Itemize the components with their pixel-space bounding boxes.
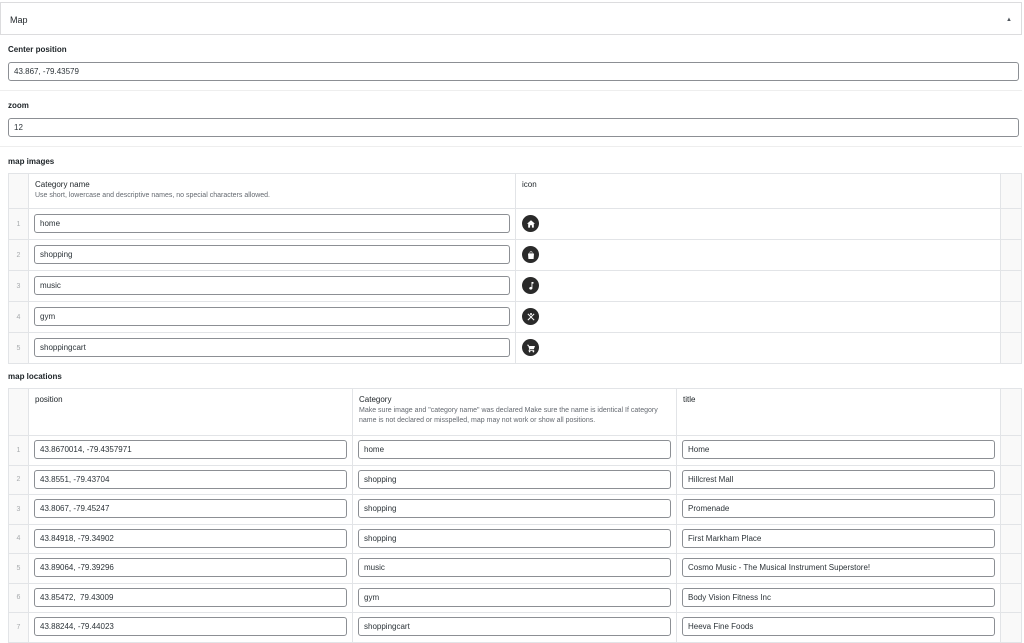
position-input[interactable] bbox=[34, 558, 347, 577]
row-remove[interactable] bbox=[1000, 239, 1022, 271]
table-row: 2 bbox=[8, 464, 1022, 495]
row-handle[interactable]: 5 bbox=[8, 553, 29, 584]
title-input[interactable] bbox=[682, 587, 995, 607]
table-row: 1 bbox=[8, 435, 1022, 466]
category-name-input[interactable] bbox=[34, 214, 510, 233]
icon-header: icon bbox=[515, 173, 1001, 209]
category-name-input[interactable] bbox=[34, 245, 510, 264]
collapse-arrow-icon[interactable]: ▲ bbox=[1005, 16, 1013, 24]
row-handle[interactable]: 1 bbox=[8, 208, 29, 240]
category-instructions: Make sure image and "category name" was … bbox=[359, 407, 658, 424]
row-remove[interactable] bbox=[1000, 612, 1022, 643]
row-remove[interactable] bbox=[1000, 553, 1022, 584]
table-row: 5 bbox=[8, 553, 1022, 584]
shopping-bag-icon[interactable] bbox=[522, 246, 539, 263]
category-name-input[interactable] bbox=[34, 338, 510, 357]
category-name-input[interactable] bbox=[34, 307, 510, 326]
row-handle[interactable]: 6 bbox=[8, 582, 29, 613]
table-row: 4 bbox=[8, 301, 1022, 333]
row-handle[interactable]: 1 bbox=[8, 435, 29, 466]
position-header-label: position bbox=[35, 395, 63, 404]
category-header-label: Category bbox=[359, 395, 392, 404]
zoom-label: zoom bbox=[8, 101, 29, 110]
row-remove[interactable] bbox=[1000, 494, 1022, 525]
category-name-header: Category name Use short, lowercase and d… bbox=[28, 173, 516, 209]
row-handle[interactable]: 3 bbox=[8, 270, 29, 302]
table-row: 6 bbox=[8, 582, 1022, 613]
order-header bbox=[8, 173, 29, 209]
home-icon[interactable] bbox=[522, 215, 539, 232]
category-input[interactable] bbox=[358, 587, 671, 607]
table-row: 4 bbox=[8, 523, 1022, 554]
table-row: 3 bbox=[8, 270, 1022, 302]
position-input[interactable] bbox=[34, 440, 347, 459]
title-header: title bbox=[676, 388, 1001, 436]
category-input[interactable] bbox=[358, 469, 671, 489]
category-input[interactable] bbox=[358, 558, 671, 577]
row-handle[interactable]: 2 bbox=[8, 239, 29, 271]
row-remove[interactable] bbox=[1000, 582, 1022, 613]
field-divider bbox=[0, 90, 1022, 91]
row-handle[interactable]: 4 bbox=[8, 523, 29, 554]
center-position-label: Center position bbox=[8, 45, 67, 54]
row-handle[interactable]: 7 bbox=[8, 612, 29, 643]
row-handle[interactable]: 5 bbox=[8, 332, 29, 364]
category-input[interactable] bbox=[358, 499, 671, 518]
map-images-label: map images bbox=[8, 157, 55, 166]
category-input[interactable] bbox=[358, 528, 671, 548]
music-note-icon[interactable] bbox=[522, 277, 539, 294]
order-header bbox=[8, 388, 29, 436]
remove-header bbox=[1000, 388, 1022, 436]
fitness-icon[interactable] bbox=[522, 308, 539, 325]
table-row: 2 bbox=[8, 239, 1022, 271]
category-header: Category Make sure image and "category n… bbox=[352, 388, 677, 436]
position-input[interactable] bbox=[34, 587, 347, 607]
row-remove[interactable] bbox=[1000, 523, 1022, 554]
map-locations-table: position Category Make sure image and "c… bbox=[8, 388, 1022, 643]
title-input[interactable] bbox=[682, 499, 995, 518]
shopping-cart-icon[interactable] bbox=[522, 339, 539, 356]
map-locations-label: map locations bbox=[8, 372, 62, 381]
map-panel-header[interactable]: Map ▲ bbox=[0, 2, 1022, 35]
position-header: position bbox=[28, 388, 353, 436]
table-row: 1 bbox=[8, 208, 1022, 240]
row-remove[interactable] bbox=[1000, 301, 1022, 333]
row-handle[interactable]: 4 bbox=[8, 301, 29, 333]
position-input[interactable] bbox=[34, 499, 347, 518]
title-header-label: title bbox=[683, 395, 696, 404]
position-input[interactable] bbox=[34, 469, 347, 489]
map-images-table: Category name Use short, lowercase and d… bbox=[8, 173, 1022, 364]
zoom-input[interactable] bbox=[8, 118, 1019, 137]
category-name-header-label: Category name bbox=[35, 180, 90, 189]
table-row: 3 bbox=[8, 494, 1022, 525]
table-row: 5 bbox=[8, 332, 1022, 364]
category-input[interactable] bbox=[358, 617, 671, 636]
row-handle[interactable]: 2 bbox=[8, 464, 29, 495]
title-input[interactable] bbox=[682, 440, 995, 459]
panel-title: Map bbox=[10, 15, 28, 25]
row-remove[interactable] bbox=[1000, 332, 1022, 364]
center-position-input[interactable] bbox=[8, 62, 1019, 81]
title-input[interactable] bbox=[682, 617, 995, 636]
row-remove[interactable] bbox=[1000, 435, 1022, 466]
field-divider bbox=[0, 146, 1022, 147]
title-input[interactable] bbox=[682, 558, 995, 577]
row-remove[interactable] bbox=[1000, 464, 1022, 495]
row-handle[interactable]: 3 bbox=[8, 494, 29, 525]
category-input[interactable] bbox=[358, 440, 671, 459]
row-remove[interactable] bbox=[1000, 208, 1022, 240]
category-name-input[interactable] bbox=[34, 276, 510, 295]
table-row: 7 bbox=[8, 612, 1022, 643]
icon-header-label: icon bbox=[522, 180, 537, 189]
title-input[interactable] bbox=[682, 528, 995, 548]
position-input[interactable] bbox=[34, 528, 347, 548]
title-input[interactable] bbox=[682, 469, 995, 489]
category-name-instructions: Use short, lowercase and descriptive nam… bbox=[35, 192, 271, 199]
row-remove[interactable] bbox=[1000, 270, 1022, 302]
remove-header bbox=[1000, 173, 1022, 209]
position-input[interactable] bbox=[34, 617, 347, 636]
